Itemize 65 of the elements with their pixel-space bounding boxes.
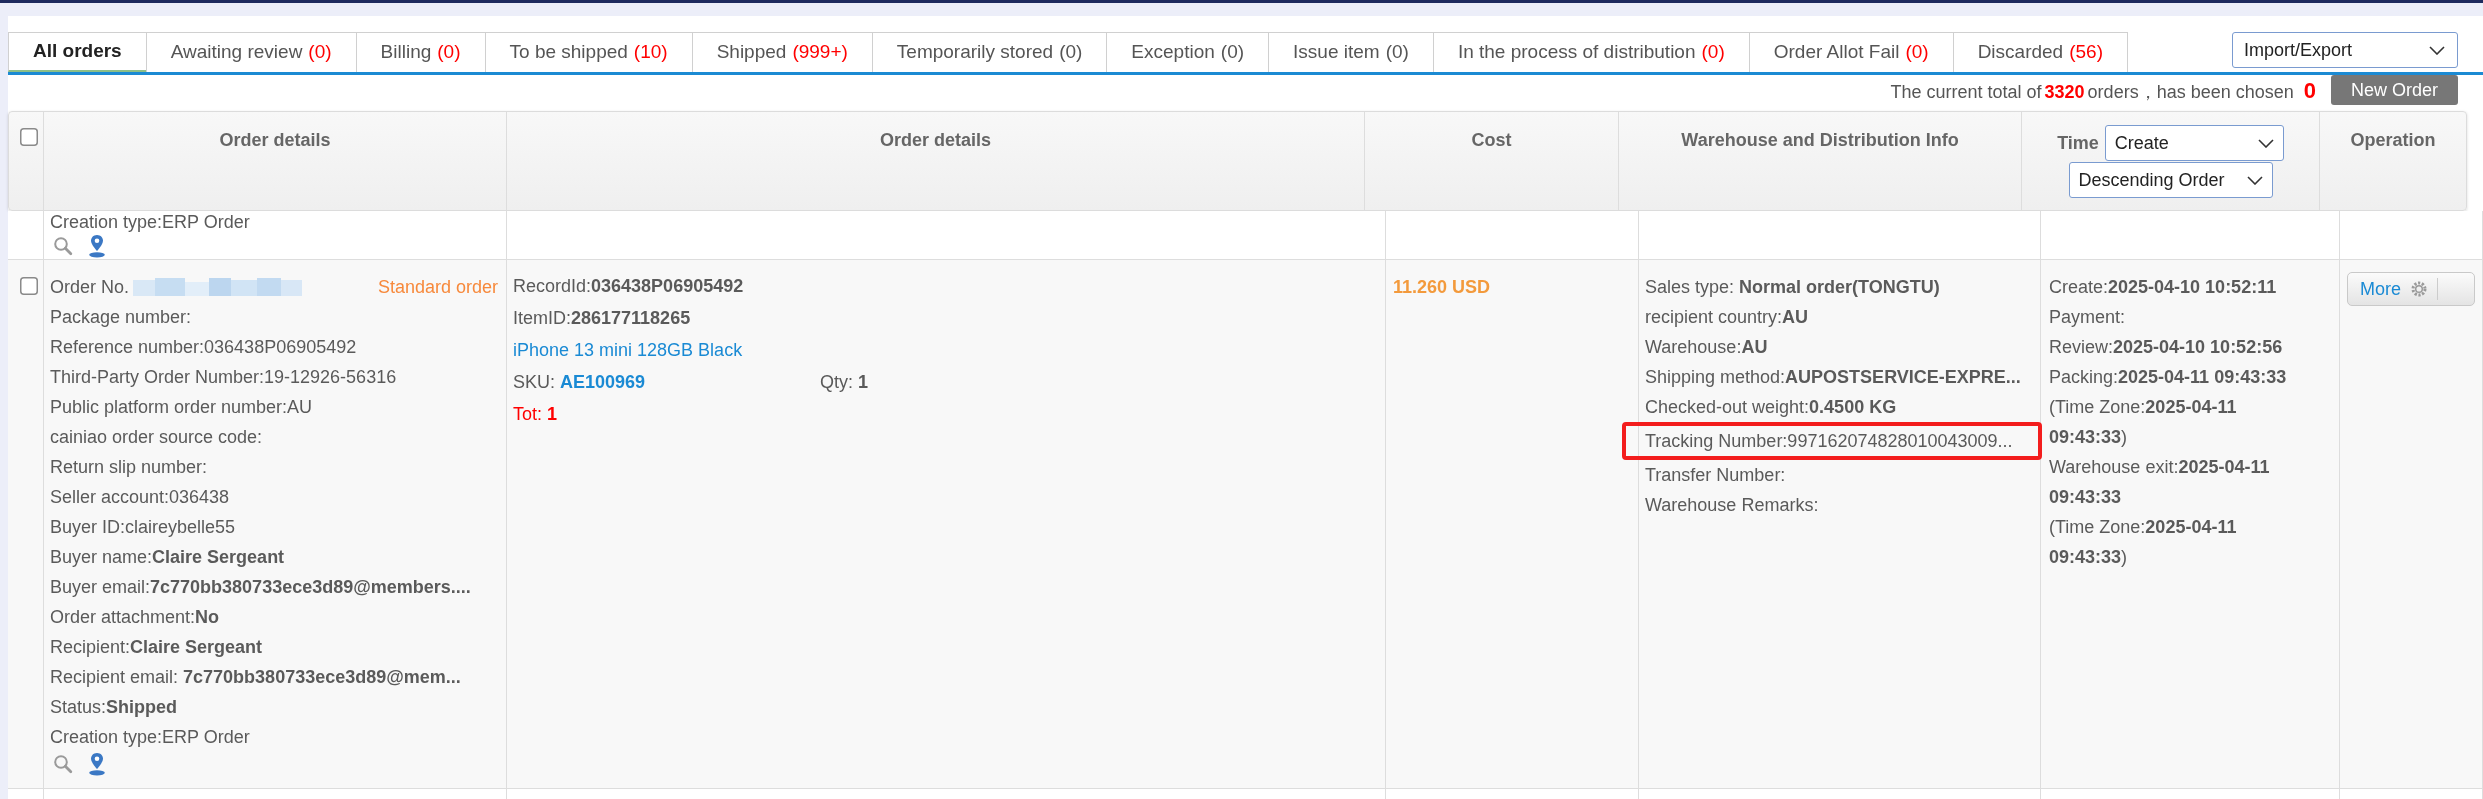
quantity-text: Qty: 1 xyxy=(820,371,869,394)
checkbox[interactable] xyxy=(20,128,38,146)
column-header: Order details xyxy=(879,129,991,151)
tab[interactable]: Awaiting review (0) xyxy=(145,32,357,72)
order-field-text: Public platform order number:AU xyxy=(50,397,313,417)
order-field-text: Seller account:036438 xyxy=(50,487,230,507)
order-field-text: Buyer email:7c770bb380733ece3d89@members.... xyxy=(50,577,471,597)
new-order-button[interactable]: New Order xyxy=(2331,75,2458,105)
import-export-dropdown[interactable]: Import/Export xyxy=(2232,32,2458,68)
shipping-info-text: Shipping method:AUPOSTSERVICE-EXPRE... xyxy=(1645,367,2021,387)
map-pin-icon[interactable] xyxy=(88,752,106,776)
record-id-text: RecordId:036438P06905492 xyxy=(513,276,744,296)
order-field-text: Package number: xyxy=(50,307,192,327)
shipping-info-text: Warehouse:AU xyxy=(1645,337,1768,357)
item-id-text: ItemID:286177118265 xyxy=(513,308,691,328)
order-field-text: Reference number:036438P06905492 xyxy=(50,337,357,357)
shipping-info-text: recipient country:AU xyxy=(1645,307,1809,327)
order-field-text: cainiao order source code: xyxy=(50,427,263,447)
shipping-info-text: Transfer Number: xyxy=(1645,465,1786,485)
shipping-info-text: Tracking Number:997162074828010043009... xyxy=(1645,431,2013,451)
gear-icon xyxy=(2411,281,2427,297)
column-header: Cost xyxy=(1471,129,1512,151)
order-field-text: Order attachment:No xyxy=(50,607,220,627)
timestamp-text: Packing:2025-04-11 09:43:33 xyxy=(2049,367,2287,387)
order-field-text: Recipient:Claire Sergeant xyxy=(50,637,263,657)
column-header: Warehouse and Distribution Info xyxy=(1681,129,1959,151)
order-count-summary: The current total of 3320 orders，has been chosen 0 xyxy=(1890,78,2316,105)
column-header: Operation xyxy=(2350,129,2436,151)
timestamp-text: Review:2025-04-10 10:52:56 xyxy=(2049,337,2283,357)
shipping-info-text: Warehouse Remarks: xyxy=(1645,495,1819,515)
total-quantity-text: Tot: 1 xyxy=(513,404,558,424)
order-field-text: Recipient email: 7c770bb380733ece3d89@mem... xyxy=(50,667,461,687)
chevron-down-icon xyxy=(2246,175,2263,185)
chevron-down-icon xyxy=(2429,45,2445,55)
column-header: Order details xyxy=(219,129,331,151)
shipping-info-text: Sales type: Normal order(TONGTU) xyxy=(1645,277,1940,297)
order-field-text: Status:Shipped xyxy=(50,697,178,717)
order-field-text: Return slip number: xyxy=(50,457,208,477)
sku-label: SKU: xyxy=(513,372,555,392)
order-field-text: Third-Party Order Number:19-12926-56316 xyxy=(50,367,397,387)
timestamp-text: Payment: xyxy=(2049,307,2126,327)
timestamp-text: Create:2025-04-10 10:52:11 xyxy=(2049,277,2277,297)
order-number-label: Order No. xyxy=(50,276,130,299)
order-type-label: Standard order xyxy=(377,276,498,299)
order-field-text: Creation type:ERP Order xyxy=(50,212,250,232)
search-icon[interactable] xyxy=(53,754,73,774)
tab[interactable]: All orders xyxy=(8,32,147,72)
timestamp-text: Warehouse exit:2025-04-11 09:43:33 xyxy=(2049,457,2270,507)
chevron-down-icon xyxy=(2257,138,2274,148)
shipping-info-text: Checked-out weight:0.4500 KG xyxy=(1645,397,1897,417)
map-pin-icon[interactable] xyxy=(88,234,106,258)
checkbox[interactable] xyxy=(20,277,38,295)
order-field-text: Buyer name:Claire Sergeant xyxy=(50,547,285,567)
order-field-text: Buyer ID:claireybelle55 xyxy=(50,517,236,537)
product-title-link[interactable]: iPhone 13 mini 128GB Black xyxy=(513,340,743,360)
search-icon[interactable] xyxy=(53,236,73,256)
sort-field-dropdown[interactable]: Create xyxy=(2104,125,2284,161)
cost-amount: 11.260 USD xyxy=(1393,277,1491,297)
tab[interactable]: Discarded (56) xyxy=(1952,32,2128,72)
column-header: Time xyxy=(2057,131,2099,155)
order-field-text: Creation type:ERP Order xyxy=(50,727,250,747)
timestamp-text: (Time Zone:2025-04-11 09:43:33) xyxy=(2049,517,2237,567)
sort-order-dropdown[interactable]: Descending Order xyxy=(2068,162,2273,198)
timestamp-text: (Time Zone:2025-04-11 09:43:33) xyxy=(2049,397,2237,447)
sku-link[interactable]: AE100969 xyxy=(560,372,646,392)
